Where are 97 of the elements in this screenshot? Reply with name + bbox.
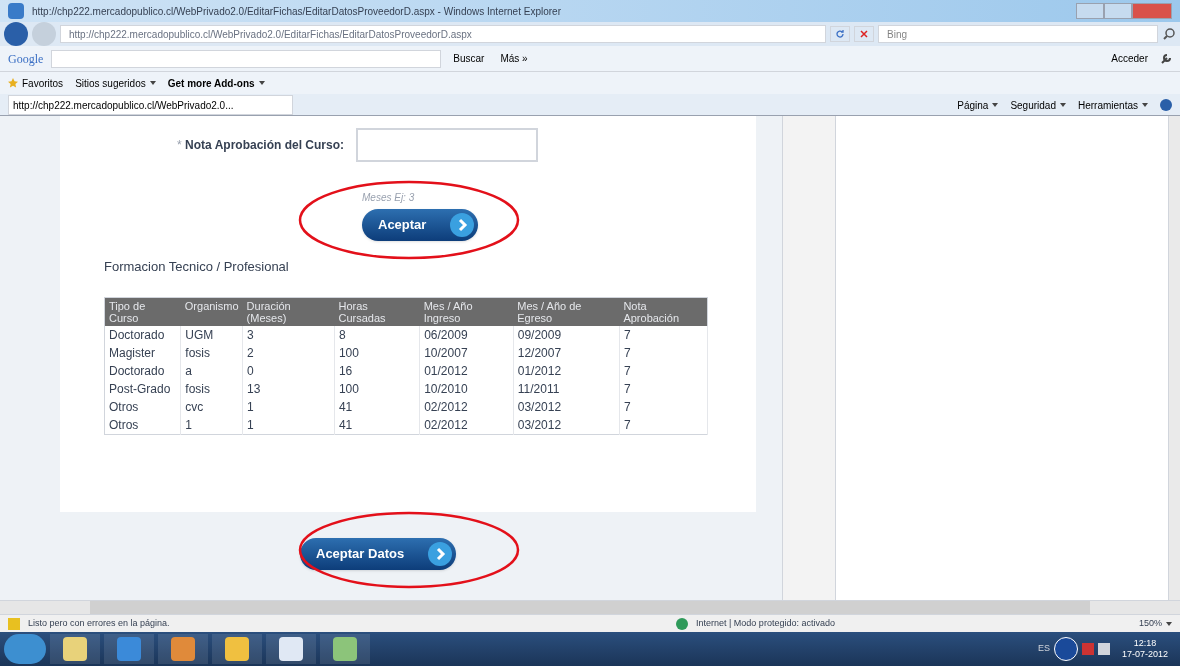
table-cell: a <box>180 361 243 380</box>
table-cell: Post-Grado <box>104 379 181 398</box>
table-cell: 8 <box>334 325 420 344</box>
more-button[interactable]: Más » <box>496 51 532 66</box>
refresh-icon <box>835 29 845 39</box>
column-header: Duración (Meses) <box>242 297 335 326</box>
vertical-scrollbar[interactable] <box>1168 116 1180 600</box>
help-icon[interactable] <box>1053 637 1078 661</box>
favorites-bar-item[interactable]: Get more Add-ons <box>167 75 265 91</box>
table-cell: 0 <box>242 361 335 380</box>
back-button[interactable] <box>4 22 28 46</box>
table-cell: 1 <box>242 415 335 434</box>
table-cell: 7 <box>619 325 708 344</box>
caret-icon <box>1142 103 1148 107</box>
command-menu[interactable]: Herramientas <box>1077 97 1148 113</box>
refresh-button[interactable] <box>830 26 850 42</box>
table-cell: 7 <box>619 361 708 380</box>
table-cell: fosis <box>180 379 243 398</box>
table-cell: Otros <box>104 415 181 434</box>
table-cell: 10/2010 <box>419 379 514 398</box>
caret-icon <box>258 81 265 85</box>
table-cell: 02/2012 <box>419 397 514 416</box>
table-cell: 41 <box>334 397 420 416</box>
table-cell: cvc <box>180 397 243 416</box>
stop-button[interactable] <box>854 26 874 42</box>
search-button[interactable]: Buscar <box>449 51 489 66</box>
globe-icon <box>676 617 688 630</box>
hint-text: Meses Ej: 3 <box>362 191 416 205</box>
browser-tab[interactable]: http://chp222.mercadopublico.cl/WebPrivado2.0... <box>8 95 293 115</box>
warning-icon <box>8 617 20 630</box>
caret-icon <box>1059 103 1066 107</box>
table-cell: 100 <box>334 379 420 398</box>
table-cell: 16 <box>334 361 420 380</box>
table-cell: Magister <box>104 343 181 362</box>
search-field[interactable]: Bing <box>878 25 1158 43</box>
chevron-icon <box>428 542 452 566</box>
close-icon <box>860 30 868 38</box>
table-cell: 11/2011 <box>513 379 620 398</box>
grade-input[interactable] <box>356 128 538 162</box>
table-cell: 41 <box>334 415 420 434</box>
column-header: Nota Aprobación <box>619 297 708 326</box>
clock-date: 17-07-2012 <box>1121 649 1168 660</box>
table-cell: Otros <box>104 397 181 416</box>
table-cell: Doctorado <box>104 361 181 380</box>
table-cell: 03/2012 <box>513 397 620 416</box>
command-menu[interactable]: Página <box>957 97 999 113</box>
table-cell: 7 <box>619 379 708 398</box>
sign-in-button[interactable]: Acceder <box>1107 51 1152 66</box>
table-cell: 01/2012 <box>513 361 620 380</box>
table-cell: 7 <box>619 415 708 434</box>
window-title: http://chp222.mercadopublico.cl/WebPrivado2.0/EditarFichas/EditarDatosProveedorD.aspx - Windows Internet Explorer <box>32 4 561 19</box>
submit-button[interactable]: Aceptar Datos <box>300 538 456 570</box>
favorites-bar-item[interactable]: Sitios sugeridos <box>75 75 156 91</box>
caret-icon <box>992 103 999 107</box>
table-cell: 10/2007 <box>419 343 514 362</box>
google-logo: Google <box>8 50 44 68</box>
table-cell: 01/2012 <box>419 361 514 380</box>
google-search-field[interactable] <box>51 49 442 68</box>
help-icon[interactable] <box>1160 99 1172 111</box>
table-cell: 7 <box>619 343 708 362</box>
accept-button[interactable]: Aceptar <box>362 209 478 241</box>
chevron-icon <box>450 213 474 237</box>
table-cell: 100 <box>334 343 420 362</box>
table-cell: 3 <box>242 325 335 344</box>
table-cell: 02/2012 <box>419 415 514 434</box>
search-icon[interactable] <box>1162 27 1176 41</box>
table-cell: 13 <box>242 379 335 398</box>
table-cell: 1 <box>180 415 243 434</box>
table-cell: 06/2009 <box>419 325 514 344</box>
column-header: Mes / Año Ingreso <box>419 297 514 326</box>
clock-time: 12:18 <box>1133 638 1157 649</box>
command-menu[interactable]: Seguridad <box>1010 97 1066 113</box>
zoom-button[interactable]: 150% <box>1138 616 1172 631</box>
table-cell: fosis <box>180 343 243 362</box>
status-message: Listo pero con errores en la página. <box>28 616 171 630</box>
table-cell: 2 <box>242 343 335 362</box>
favorites-button[interactable]: Favoritos <box>8 75 64 91</box>
section-title: Formacion Tecnico / Profesional <box>104 258 290 276</box>
table-cell: 09/2009 <box>513 325 620 344</box>
table-cell: 03/2012 <box>513 415 620 434</box>
caret-icon <box>1166 621 1172 626</box>
column-header: Mes / Año de Egreso <box>513 297 620 326</box>
table-cell: 1 <box>242 397 335 416</box>
table-cell: UGM <box>180 325 243 344</box>
field-label: * Nota Aprobación del Curso: <box>176 137 344 154</box>
table-cell: Doctorado <box>104 325 181 344</box>
table-cell: 12/2007 <box>513 343 620 362</box>
column-header: Horas Cursadas <box>334 297 420 326</box>
star-icon <box>8 78 18 88</box>
column-header: Tipo de Curso <box>104 297 181 326</box>
wrench-icon[interactable] <box>1160 52 1172 65</box>
zone-status: Internet | Modo protegido: activado <box>696 616 835 630</box>
language-indicator[interactable]: ES <box>1037 642 1050 656</box>
table-cell: 7 <box>619 397 708 416</box>
caret-icon <box>149 81 156 85</box>
address-field[interactable]: http://chp222.mercadopublico.cl/WebPrivado2.0/EditarFichas/EditarDatosProveedorD.aspx <box>60 25 826 43</box>
column-header: Organismo <box>180 297 243 326</box>
